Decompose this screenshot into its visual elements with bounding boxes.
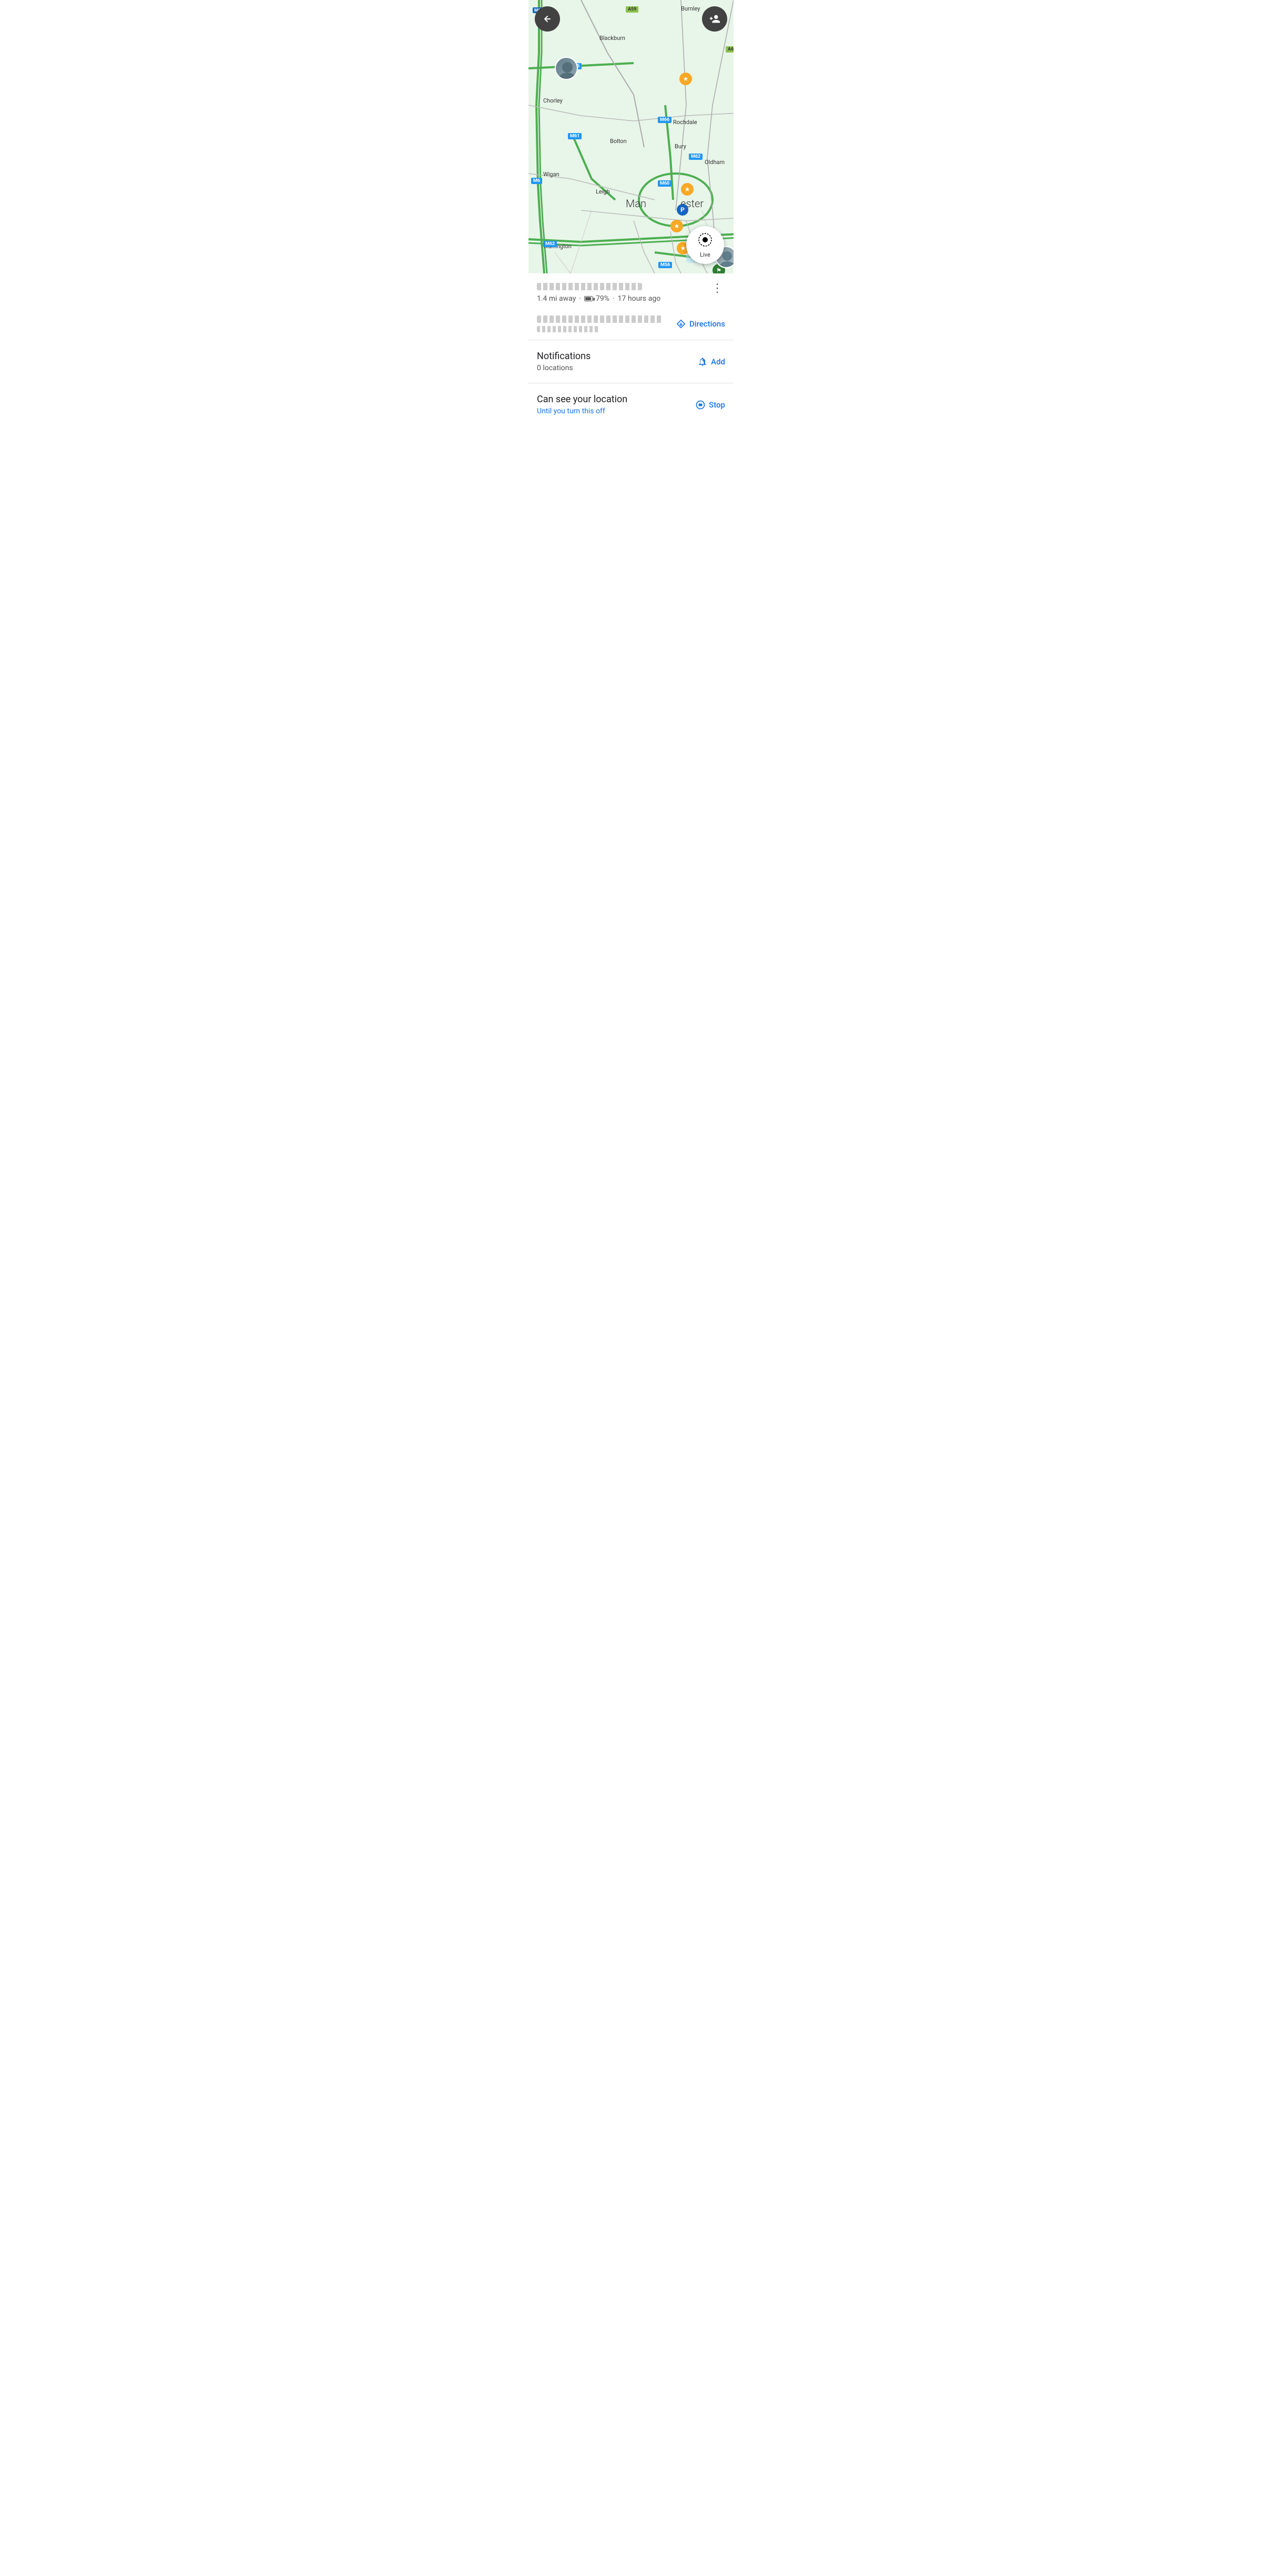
user-avatar-1[interactable] bbox=[555, 57, 578, 80]
road-m66: M66 bbox=[658, 117, 671, 123]
directions-button[interactable]: Directions bbox=[676, 319, 725, 329]
person1-row: 1.4 mi away · 79% · 17 hours ago ⋮ bbox=[528, 273, 734, 308]
road-m62-mid: M62 bbox=[689, 154, 703, 160]
road-a59: A59 bbox=[626, 6, 638, 13]
live-icon bbox=[698, 232, 713, 250]
star-marker-1[interactable]: ★ bbox=[679, 73, 692, 85]
location-subtitle[interactable]: Until you turn this off bbox=[537, 407, 627, 415]
person1-name-blurred bbox=[537, 283, 642, 290]
notifications-subtitle: 0 locations bbox=[537, 364, 591, 372]
person1-time: 17 hours ago bbox=[618, 294, 661, 303]
person2-name-blurred bbox=[537, 315, 663, 323]
notifications-section: Notifications 0 locations Add bbox=[528, 340, 734, 383]
road-m6-top: M6 bbox=[531, 178, 542, 184]
directions-label: Directions bbox=[689, 319, 725, 329]
road-m61: M61 bbox=[568, 133, 582, 139]
person1-distance: 1.4 mi away bbox=[537, 294, 576, 303]
stop-icon bbox=[695, 400, 706, 410]
person1-meta: 1.4 mi away · 79% · 17 hours ago bbox=[537, 294, 660, 303]
star-marker-5[interactable]: ★ bbox=[681, 183, 694, 196]
battery-icon bbox=[584, 296, 593, 301]
person1-battery: 79% bbox=[596, 294, 609, 303]
live-button[interactable]: Live bbox=[686, 226, 724, 264]
add-person-button[interactable] bbox=[702, 6, 727, 32]
live-label: Live bbox=[700, 251, 710, 258]
directions-icon bbox=[676, 319, 686, 329]
more-options-button[interactable]: ⋮ bbox=[709, 283, 725, 294]
person2-sub-blurred bbox=[537, 326, 600, 332]
add-notification-button[interactable]: Add bbox=[697, 357, 725, 367]
stop-label: Stop bbox=[709, 400, 725, 410]
notifications-info: Notifications 0 locations bbox=[537, 351, 591, 372]
road-a646: A646 bbox=[726, 46, 734, 53]
person2-info bbox=[537, 315, 663, 332]
notifications-title: Notifications bbox=[537, 351, 591, 362]
back-button[interactable] bbox=[535, 6, 560, 32]
separator-2: · bbox=[613, 294, 615, 303]
person1-info: 1.4 mi away · 79% · 17 hours ago bbox=[537, 283, 660, 303]
p-marker-1[interactable]: P bbox=[677, 204, 688, 216]
location-section: Can see your location Until you turn thi… bbox=[528, 383, 734, 426]
road-m60: M60 bbox=[658, 180, 671, 187]
stop-button[interactable]: Stop bbox=[695, 400, 725, 410]
bottom-panel: 1.4 mi away · 79% · 17 hours ago ⋮ Direc… bbox=[528, 273, 734, 426]
add-label: Add bbox=[711, 357, 725, 366]
bell-icon bbox=[697, 357, 708, 367]
star-marker-6[interactable]: ★ bbox=[670, 220, 683, 232]
road-m56: M56 bbox=[658, 262, 672, 268]
separator-1: · bbox=[579, 294, 581, 303]
map-container: Burnley Bradford Blackburn Halifax Chorl… bbox=[528, 0, 734, 273]
road-m62-bot: M62 bbox=[543, 241, 557, 247]
location-info: Can see your location Until you turn thi… bbox=[537, 394, 627, 415]
person2-row: Directions bbox=[528, 308, 734, 340]
location-title: Can see your location bbox=[537, 394, 627, 405]
